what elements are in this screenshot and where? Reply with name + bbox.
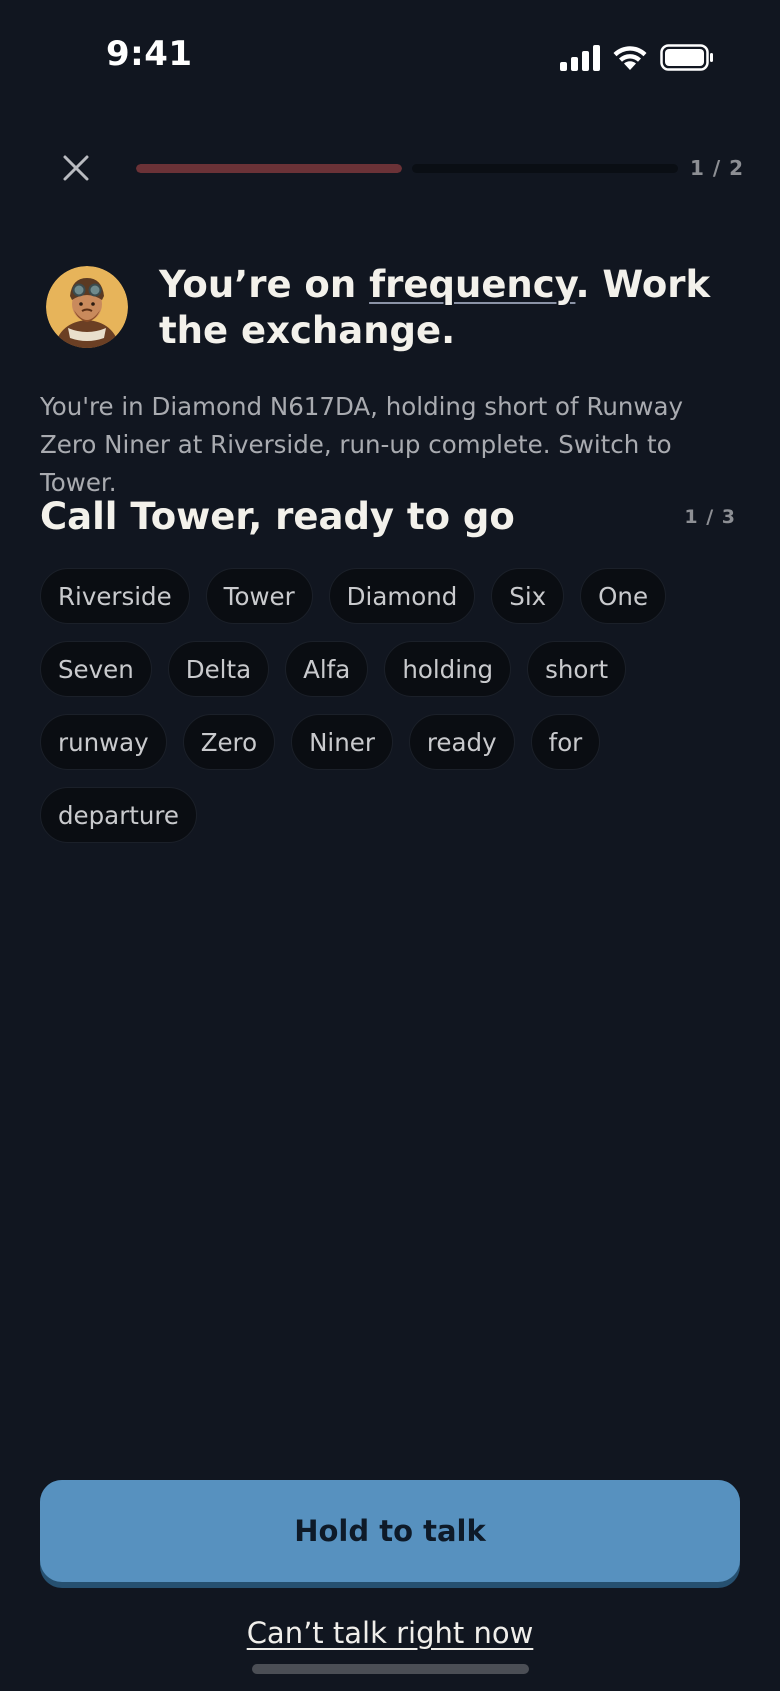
word-chip[interactable]: ready bbox=[408, 714, 515, 770]
battery-icon bbox=[660, 44, 714, 75]
word-chip[interactable]: Riverside bbox=[40, 568, 190, 624]
task-counter: 1 / 3 bbox=[684, 506, 736, 528]
progress-segment-1 bbox=[136, 164, 402, 173]
word-chip[interactable]: Six bbox=[491, 568, 565, 624]
task-title: Call Tower, ready to go bbox=[40, 495, 515, 538]
word-chip[interactable]: Niner bbox=[291, 714, 393, 770]
word-chip[interactable]: holding bbox=[384, 641, 512, 697]
hold-to-talk-label: Hold to talk bbox=[40, 1480, 740, 1582]
word-chip[interactable]: for bbox=[530, 714, 601, 770]
status-icons bbox=[560, 44, 714, 75]
word-chip[interactable]: Diamond bbox=[328, 568, 476, 624]
hold-to-talk-button[interactable]: Hold to talk bbox=[40, 1480, 740, 1588]
word-chip[interactable]: Delta bbox=[167, 641, 270, 697]
title-text-before: You’re on bbox=[159, 263, 370, 306]
lesson-progress: 1 / 2 bbox=[0, 140, 780, 196]
frequency-term-link[interactable]: frequency bbox=[369, 263, 575, 306]
word-chip[interactable]: departure bbox=[40, 787, 198, 843]
word-chip-bank: Riverside Tower Diamond Six One Seven De… bbox=[40, 568, 740, 843]
word-chip[interactable]: Seven bbox=[40, 641, 152, 697]
word-chip[interactable]: runway bbox=[40, 714, 167, 770]
status-bar: 9:41 bbox=[0, 0, 780, 116]
close-button[interactable] bbox=[56, 148, 96, 188]
word-chip[interactable]: Tower bbox=[205, 568, 313, 624]
home-indicator bbox=[252, 1664, 529, 1674]
word-chip[interactable]: short bbox=[527, 641, 627, 697]
close-icon bbox=[63, 155, 89, 181]
cant-talk-row: Can’t talk right now bbox=[0, 1616, 780, 1650]
wifi-icon bbox=[612, 44, 648, 75]
word-chip[interactable]: Alfa bbox=[285, 641, 369, 697]
status-time: 9:41 bbox=[106, 34, 193, 74]
aviator-avatar-icon bbox=[46, 266, 128, 348]
word-chip[interactable]: One bbox=[580, 568, 667, 624]
cant-talk-link[interactable]: Can’t talk right now bbox=[247, 1616, 534, 1650]
cellular-signal-icon bbox=[560, 44, 600, 75]
progress-segment-1-fill bbox=[136, 164, 402, 173]
lesson-title: You’re on frequency. Work the exchange. bbox=[159, 262, 749, 354]
progress-segment-2 bbox=[412, 164, 678, 173]
progress-counter: 1 / 2 bbox=[689, 156, 744, 180]
word-chip[interactable]: Zero bbox=[182, 714, 276, 770]
scenario-description: You're in Diamond N617DA, holding short … bbox=[40, 392, 683, 497]
